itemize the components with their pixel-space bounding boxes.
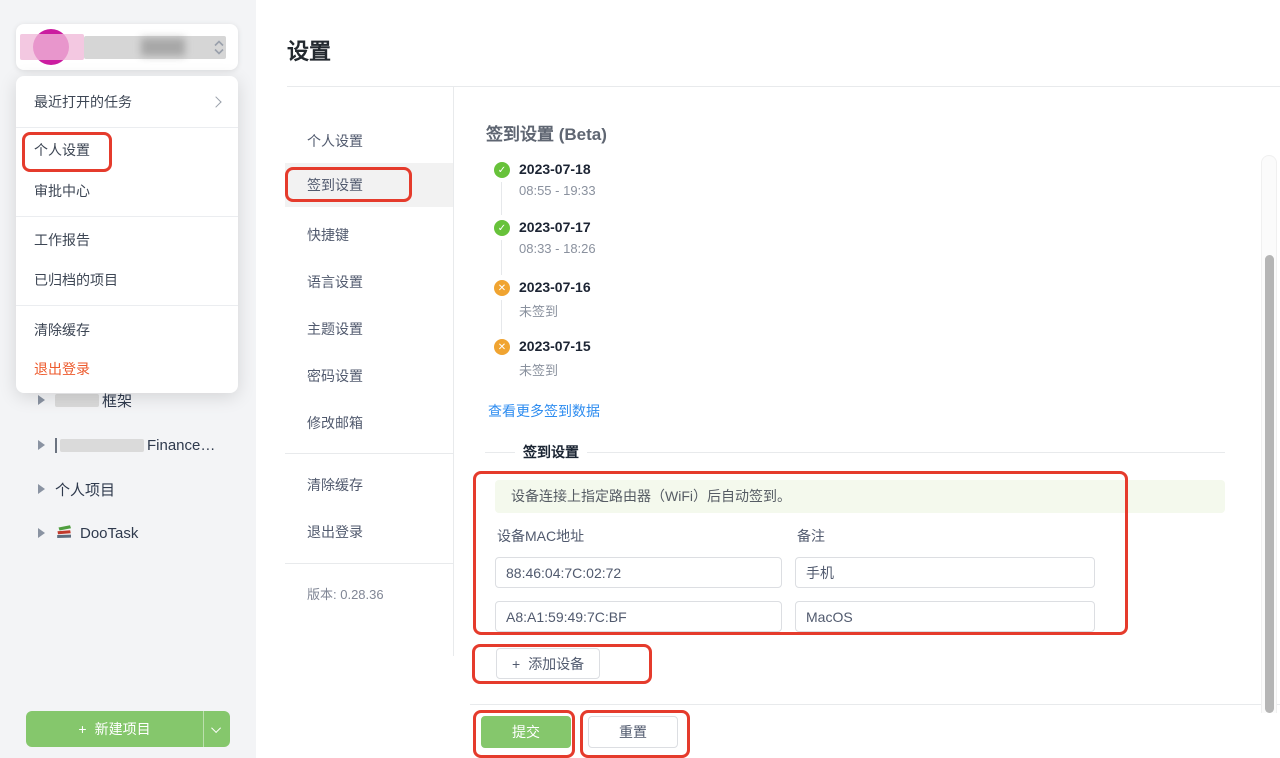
- user-name-redacted-blur: [20, 34, 84, 60]
- checkin-date: 2023-07-15: [519, 338, 591, 354]
- new-project-label: +新建项目: [26, 719, 203, 739]
- project-name-redacted: [60, 439, 144, 452]
- scrollbar-thumb[interactable]: [1265, 255, 1274, 713]
- sidebar: 最近打开的任务 个人设置 审批中心 工作报告 已归档的项目 清除缓存 退出登录 …: [0, 0, 256, 758]
- user-card[interactable]: [16, 24, 238, 70]
- project-name-redacted: [55, 394, 99, 407]
- add-device-label: 添加设备: [528, 654, 584, 674]
- checkin-detail: 未签到: [519, 360, 591, 379]
- project-name-redacted: [55, 438, 57, 453]
- wifi-checkin-alert: 设备连接上指定路由器（WiFi）后自动签到。: [495, 480, 1225, 513]
- page-title: 设置: [287, 34, 331, 66]
- nav-item-language[interactable]: 语言设置: [285, 265, 453, 299]
- menu-item-logout[interactable]: 退出登录: [16, 349, 238, 389]
- cross-circle-icon: ✕: [494, 339, 510, 355]
- nav-item-theme[interactable]: 主题设置: [285, 312, 453, 346]
- nav-item-shortcuts[interactable]: 快捷键: [285, 218, 453, 252]
- user-dropdown-menu: 最近打开的任务 个人设置 审批中心 工作报告 已归档的项目 清除缓存 退出登录: [16, 76, 238, 393]
- section-divider: 签到设置: [485, 444, 1225, 460]
- submit-button[interactable]: 提交: [481, 716, 571, 748]
- chevron-right-icon: [210, 96, 221, 107]
- checkin-date: 2023-07-16: [519, 279, 591, 295]
- expand-triangle-icon[interactable]: [38, 440, 45, 450]
- section-title: 签到设置: [523, 442, 579, 462]
- menu-item-clear-cache[interactable]: 清除缓存: [16, 310, 238, 350]
- checkin-date: 2023-07-18: [519, 161, 596, 177]
- add-device-button[interactable]: + 添加设备: [496, 648, 600, 679]
- plus-icon: +: [512, 656, 520, 672]
- plus-icon: +: [78, 721, 86, 737]
- checkin-record: ✕ 2023-07-15 未签到: [494, 338, 591, 379]
- user-name-redacted-smudge: [141, 38, 185, 56]
- timeline-connector: [501, 182, 502, 215]
- divider: [285, 453, 453, 454]
- divider: [285, 563, 453, 564]
- reset-button[interactable]: 重置: [588, 716, 678, 748]
- project-label: Finance…: [147, 437, 215, 454]
- project-label: 个人项目: [55, 479, 115, 500]
- note-label: 备注: [797, 526, 825, 546]
- menu-item-label: 最近打开的任务: [34, 94, 132, 110]
- project-label: DooTask: [80, 525, 138, 542]
- project-item-personal[interactable]: 个人项目: [38, 478, 115, 500]
- expand-triangle-icon[interactable]: [38, 484, 45, 494]
- checkin-date: 2023-07-17: [519, 219, 596, 235]
- version-label: 版本: 0.28.36: [307, 584, 384, 603]
- project-item-dootask[interactable]: DooTask: [38, 522, 138, 544]
- menu-item-personal-settings[interactable]: 个人设置: [16, 130, 238, 170]
- nav-item-clear-cache[interactable]: 清除缓存: [285, 468, 453, 502]
- mac-input-2[interactable]: [495, 601, 782, 632]
- settings-nav: 个人设置 签到设置 快捷键 语言设置 主题设置 密码设置 修改邮箱 清除缓存 退…: [285, 87, 454, 656]
- divider: [587, 452, 1225, 453]
- checkin-detail: 08:55 - 19:33: [519, 183, 596, 198]
- checkin-record: ✕ 2023-07-16 未签到: [494, 279, 591, 320]
- divider: [16, 216, 238, 217]
- mac-address-label: 设备MAC地址: [497, 526, 584, 546]
- chevron-down-icon: [211, 723, 221, 733]
- checkin-timeline: ✓ 2023-07-18 08:55 - 19:33 ✓ 2023-07-17 …: [494, 161, 794, 391]
- settings-page: 设置 个人设置 签到设置 快捷键 语言设置 主题设置 密码设置 修改邮箱 清除缓…: [256, 0, 1280, 758]
- nav-item-checkin-settings[interactable]: 签到设置: [285, 163, 453, 207]
- divider: [485, 452, 515, 453]
- divider: [470, 704, 1280, 705]
- checkin-record: ✓ 2023-07-17 08:33 - 18:26: [494, 219, 596, 256]
- more-checkin-data-link[interactable]: 查看更多签到数据: [488, 401, 600, 421]
- note-input-1[interactable]: [795, 557, 1095, 588]
- menu-item-archived-projects[interactable]: 已归档的项目: [16, 260, 238, 300]
- check-circle-icon: ✓: [494, 220, 510, 236]
- timeline-connector: [501, 240, 502, 275]
- expand-updown-icon: [213, 39, 225, 61]
- menu-item-work-report[interactable]: 工作报告: [16, 220, 238, 260]
- divider: [16, 127, 238, 128]
- nav-item-password[interactable]: 密码设置: [285, 359, 453, 393]
- checkin-detail: 未签到: [519, 301, 591, 320]
- note-input-2[interactable]: [795, 601, 1095, 632]
- expand-triangle-icon[interactable]: [38, 528, 45, 538]
- new-project-dropdown-toggle[interactable]: [204, 726, 230, 733]
- mac-input-1[interactable]: [495, 557, 782, 588]
- nav-item-logout[interactable]: 退出登录: [285, 515, 453, 549]
- books-icon: [55, 523, 73, 543]
- project-item-finance[interactable]: Finance…: [38, 434, 215, 456]
- checkin-detail: 08:33 - 18:26: [519, 241, 596, 256]
- divider: [16, 305, 238, 306]
- cross-circle-icon: ✕: [494, 280, 510, 296]
- menu-item-recent-tasks[interactable]: 最近打开的任务: [16, 82, 238, 122]
- checkin-heading: 签到设置 (Beta): [486, 120, 607, 145]
- checkin-record: ✓ 2023-07-18 08:55 - 19:33: [494, 161, 596, 198]
- nav-item-personal-settings[interactable]: 个人设置: [285, 124, 453, 158]
- expand-triangle-icon[interactable]: [38, 395, 45, 405]
- nav-item-change-email[interactable]: 修改邮箱: [285, 406, 453, 440]
- timeline-connector: [501, 300, 502, 334]
- new-project-button[interactable]: +新建项目: [26, 711, 230, 747]
- menu-item-approval-center[interactable]: 审批中心: [16, 171, 238, 211]
- check-circle-icon: ✓: [494, 162, 510, 178]
